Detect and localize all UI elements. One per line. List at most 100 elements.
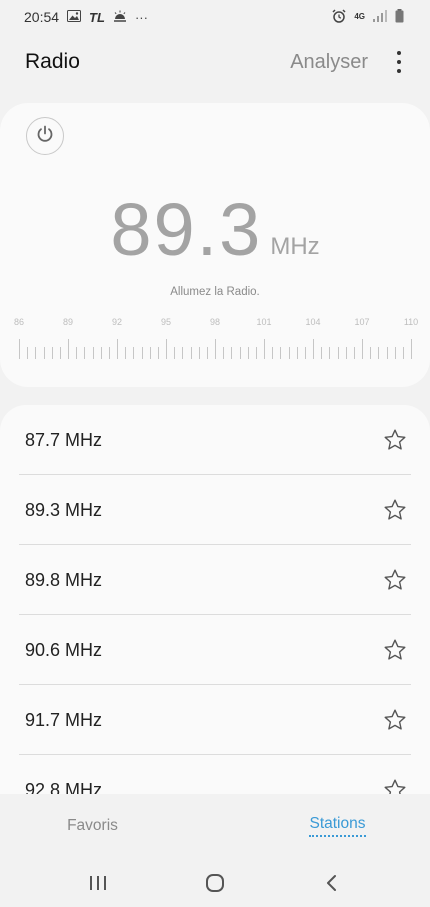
scale-tick — [215, 339, 216, 359]
scale-tick — [247, 347, 249, 359]
frequency-unit: MHz — [270, 233, 320, 260]
scale-label: 92 — [111, 317, 123, 327]
star-outline-icon[interactable] — [382, 637, 408, 663]
scale-label: 95 — [160, 317, 172, 327]
star-outline-icon[interactable] — [382, 567, 408, 593]
back-icon[interactable] — [312, 868, 352, 898]
star-outline-icon[interactable] — [382, 427, 408, 453]
star-outline-icon[interactable] — [382, 777, 408, 794]
scale-tick — [100, 347, 102, 359]
scale-tick — [353, 347, 355, 359]
scale-tick — [84, 347, 86, 359]
scale-tick — [313, 339, 314, 359]
tuner-hint: Allumez la Radio. — [170, 286, 260, 298]
scale-tick — [386, 347, 388, 359]
tuner-scale[interactable] — [0, 335, 430, 359]
tab-stations[interactable]: Stations — [215, 804, 430, 848]
scale-tick — [255, 347, 257, 359]
station-row[interactable]: 89.3 MHz — [0, 475, 430, 545]
station-frequency: 87.7 MHz — [25, 429, 103, 450]
scale-tick — [198, 347, 200, 359]
tuner-scale-labels: 86 89 92 95 98 101 104 107 110 — [0, 317, 430, 331]
scale-tick — [166, 339, 167, 359]
power-icon — [35, 124, 55, 149]
signal-icon — [373, 9, 387, 25]
scale-tick — [157, 347, 159, 359]
tab-favoris-label: Favoris — [67, 817, 118, 834]
status-bar-right: 4G — [332, 8, 404, 26]
more-notifications-icon: ··· — [134, 9, 148, 25]
battery-icon — [395, 8, 404, 26]
analyser-button[interactable]: Analyser — [290, 51, 368, 74]
scale-label: 98 — [209, 317, 221, 327]
scale-tick — [206, 347, 208, 359]
scale-tick — [92, 347, 94, 359]
scale-label: 110 — [403, 317, 419, 327]
scale-tick — [141, 347, 143, 359]
frequency-display: 89.3 MHz — [0, 193, 430, 267]
scale-tick — [280, 347, 282, 359]
scale-tick — [182, 347, 184, 359]
scale-tick — [51, 347, 53, 359]
scale-tick — [272, 347, 274, 359]
home-icon[interactable] — [195, 868, 235, 898]
scale-tick — [239, 347, 241, 359]
bottom-tabs: Favoris Stations — [0, 804, 430, 848]
star-outline-icon[interactable] — [382, 707, 408, 733]
power-button[interactable] — [26, 117, 64, 155]
station-row[interactable]: 90.6 MHz — [0, 615, 430, 685]
scale-tick — [378, 347, 380, 359]
scale-tick — [370, 347, 372, 359]
scale-tick — [411, 339, 412, 359]
alarm-icon — [332, 8, 346, 26]
scale-tick — [133, 347, 135, 359]
station-row[interactable]: 87.7 MHz — [0, 405, 430, 475]
tab-favoris[interactable]: Favoris — [0, 804, 215, 848]
station-frequency: 89.8 MHz — [25, 569, 103, 590]
scale-label: 101 — [256, 317, 272, 327]
scale-tick — [223, 347, 225, 359]
scale-tick — [304, 347, 306, 359]
scale-tick — [125, 347, 127, 359]
scale-tick — [394, 347, 396, 359]
scale-tick — [174, 347, 176, 359]
scale-tick — [76, 347, 78, 359]
scale-tick — [190, 347, 192, 359]
scale-tick — [337, 347, 339, 359]
scale-tick — [149, 347, 151, 359]
status-time: 20:54 — [24, 9, 60, 25]
station-list: 87.7 MHz 89.3 MHz 89.8 MHz 90.6 MHz 91.7 MHz… — [0, 405, 430, 794]
station-row[interactable]: 91.7 MHz — [0, 685, 430, 755]
page-title: Radio — [25, 50, 80, 73]
network-4g-icon: 4G — [354, 12, 365, 21]
scale-label: 86 — [13, 317, 25, 327]
station-frequency: 91.7 MHz — [25, 709, 103, 730]
scale-tick — [231, 347, 233, 359]
station-frequency: 90.6 MHz — [25, 639, 103, 660]
scale-tick — [68, 339, 69, 359]
scale-tick — [362, 339, 363, 359]
scale-tick — [288, 347, 290, 359]
weather-icon — [113, 9, 127, 25]
scale-tick — [43, 347, 45, 359]
scale-tick — [329, 347, 331, 359]
scale-tick — [108, 347, 110, 359]
more-vertical-icon[interactable] — [394, 51, 404, 73]
scale-tick — [117, 339, 118, 359]
gallery-icon — [67, 9, 82, 25]
scale-tick — [296, 347, 298, 359]
recent-apps-icon[interactable] — [78, 868, 118, 898]
station-row[interactable]: 89.8 MHz — [0, 545, 430, 615]
scale-tick — [35, 347, 37, 359]
app-bar: Radio Analyser — [0, 40, 430, 84]
star-outline-icon[interactable] — [382, 497, 408, 523]
tl-app-icon: TL — [89, 9, 105, 25]
station-frequency: 89.3 MHz — [25, 499, 103, 520]
frequency-value: 89.3 — [110, 188, 263, 271]
scale-tick — [264, 339, 265, 359]
scale-tick — [27, 347, 29, 359]
scale-tick — [402, 347, 404, 359]
scale-label: 104 — [305, 317, 321, 327]
scale-label: 107 — [354, 317, 370, 327]
station-row[interactable]: 92.8 MHz — [0, 755, 430, 794]
